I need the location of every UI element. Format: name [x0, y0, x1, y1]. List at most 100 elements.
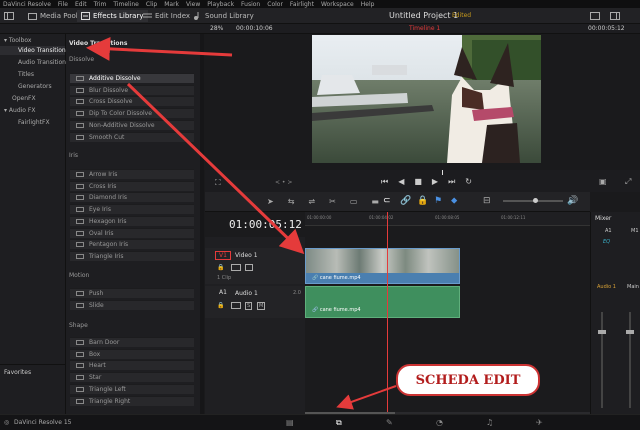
crop-icon[interactable]: ⛶ [215, 178, 221, 188]
link-icon[interactable]: 🔗 [400, 196, 411, 206]
skip-start-icon[interactable]: ⏮ [381, 177, 388, 187]
zoom-level[interactable]: 28% [210, 25, 223, 32]
tree-fairlightfx[interactable]: FairlightFX [18, 119, 50, 126]
flag-icon[interactable]: ⚑ [434, 196, 442, 206]
edit-index-button[interactable]: Edit Index [143, 10, 190, 22]
transition-item[interactable]: Star [70, 372, 194, 383]
main-fader[interactable] [629, 312, 631, 408]
menu-clip[interactable]: Clip [146, 1, 157, 8]
tree-audio-fx[interactable]: ▾ Audio FX [4, 107, 35, 114]
menu-fusion[interactable]: Fusion [241, 1, 260, 8]
track-visible-icon[interactable] [245, 264, 253, 271]
loop-icon[interactable]: ↻ [465, 177, 472, 187]
dynamic-trim-icon[interactable]: ⇌ [308, 197, 315, 206]
marker-icon[interactable]: ⬥ [451, 196, 457, 206]
transition-item[interactable]: Blur Dissolve [70, 84, 194, 95]
transition-item[interactable]: Arrow Iris [70, 169, 194, 179]
transition-item[interactable]: Pentagon Iris [70, 239, 194, 250]
audio-clip[interactable]: 🔗 cane fiume.mp4 [305, 286, 460, 318]
fullscreen-icon[interactable]: ▣ [599, 177, 607, 186]
edit-page-icon[interactable]: ⧉ [336, 418, 342, 428]
inspector-button[interactable] [610, 10, 620, 22]
expand-viewer-icon[interactable]: ⤢ [625, 177, 631, 187]
stop-icon[interactable]: ■ [414, 177, 422, 187]
transition-item[interactable]: Additive Dissolve [70, 73, 194, 83]
media-page-icon[interactable]: ▤ [286, 418, 294, 427]
mixer-eq[interactable]: EQ [603, 239, 610, 245]
jog-control[interactable]: < • > [275, 179, 292, 186]
audio-output-icon[interactable] [231, 302, 241, 309]
fader-knob[interactable] [598, 330, 606, 334]
a1-tag[interactable]: A1 [219, 289, 227, 296]
volume-icon[interactable]: 🔊 [567, 196, 578, 206]
transition-item[interactable]: Push [70, 288, 194, 298]
zoom-out-icon[interactable]: ⊟ [483, 196, 491, 206]
menu-file[interactable]: File [58, 1, 68, 8]
transition-item[interactable]: Eye Iris [70, 204, 194, 215]
track-output-icon[interactable] [231, 264, 241, 271]
track-lock-icon[interactable]: 🔒 [217, 264, 224, 271]
transition-item[interactable]: Dip To Color Dissolve [70, 108, 194, 119]
menu-fairlight[interactable]: Fairlight [290, 1, 314, 8]
tree-titles[interactable]: Titles [18, 71, 34, 78]
panel-toggle-icon[interactable] [4, 10, 14, 22]
transition-item[interactable]: Triangle Iris [70, 250, 194, 261]
timeline-selector[interactable]: Timeline 1 [409, 25, 440, 32]
transition-item[interactable]: Diamond Iris [70, 192, 194, 203]
timeline-ruler[interactable]: 01:00:00:00 01:00:04:02 01:00:08:05 01:0… [305, 212, 590, 226]
solo-button[interactable]: S [245, 302, 253, 310]
v1-tag[interactable]: V1 [215, 251, 231, 260]
transition-item[interactable]: Barn Door [70, 337, 194, 347]
menu-workspace[interactable]: Workspace [321, 1, 354, 8]
effects-library-button[interactable]: Effects Library [77, 10, 148, 22]
skip-end-icon[interactable]: ⏭ [448, 177, 455, 187]
color-page-icon[interactable]: ◔ [436, 418, 443, 427]
channel-fader[interactable] [601, 312, 603, 408]
tree-video-transitions[interactable]: Video Transitions [0, 46, 69, 55]
transition-item[interactable]: Smooth Cut [70, 131, 194, 142]
menu-trim[interactable]: Trim [94, 1, 107, 8]
reverse-icon[interactable]: ◀ [398, 177, 404, 187]
menu-view[interactable]: View [186, 1, 200, 8]
menu-edit[interactable]: Edit [75, 1, 87, 8]
effects-scrollbar[interactable] [200, 34, 204, 414]
tree-audio-transitions[interactable]: Audio Transitions [18, 59, 69, 66]
tree-openfx[interactable]: OpenFX [12, 95, 36, 102]
transition-item[interactable]: Heart [70, 360, 194, 371]
snapping-icon[interactable]: ⊂ [383, 196, 391, 206]
mute-button[interactable]: M [257, 302, 266, 310]
timeline-playhead[interactable] [387, 212, 388, 414]
menu-davinci[interactable]: DaVinci Resolve [3, 1, 51, 8]
transition-item[interactable]: Non-Additive Dissolve [70, 119, 194, 130]
selection-tool-icon[interactable]: ➤ [267, 197, 274, 206]
menu-color[interactable]: Color [267, 1, 283, 8]
menu-help[interactable]: Help [361, 1, 375, 8]
overwrite-clip-icon[interactable]: ▬ [371, 197, 379, 206]
transition-item[interactable]: Slide [70, 299, 194, 310]
trim-tool-icon[interactable]: ⇆ [288, 197, 295, 206]
transition-item[interactable]: Triangle Left [70, 383, 194, 394]
position-lock-icon[interactable]: 🔒 [417, 196, 428, 206]
sound-library-button[interactable]: Sound Library [193, 10, 254, 22]
video-clip[interactable]: 🔗 cane fiume.mp4 [305, 248, 460, 284]
zoom-slider[interactable] [503, 198, 563, 203]
fusion-page-icon[interactable]: ✎ [386, 418, 393, 427]
media-pool-button[interactable]: Media Pool [28, 10, 78, 22]
deliver-page-icon[interactable]: ✈ [536, 418, 543, 427]
transition-item[interactable]: Cross Iris [70, 180, 194, 191]
blade-tool-icon[interactable]: ✂ [329, 197, 336, 206]
transition-item[interactable]: Box [70, 348, 194, 359]
main-fader-knob[interactable] [626, 330, 634, 334]
insert-clip-icon[interactable]: ▭ [350, 197, 358, 206]
tree-toolbox[interactable]: ▾ Toolbox [4, 37, 31, 44]
fairlight-page-icon[interactable]: ♫ [486, 418, 493, 427]
transition-item[interactable]: Cross Dissolve [70, 96, 194, 107]
menu-mark[interactable]: Mark [164, 1, 179, 8]
audio-lock-icon[interactable]: 🔒 [217, 302, 224, 309]
menu-playback[interactable]: Playback [207, 1, 234, 8]
play-icon[interactable]: ▶ [432, 177, 438, 187]
menu-timeline[interactable]: Timeline [113, 1, 139, 8]
expand-icon[interactable] [590, 10, 600, 22]
transition-item[interactable]: Triangle Right [70, 395, 194, 406]
tree-generators[interactable]: Generators [18, 83, 52, 90]
